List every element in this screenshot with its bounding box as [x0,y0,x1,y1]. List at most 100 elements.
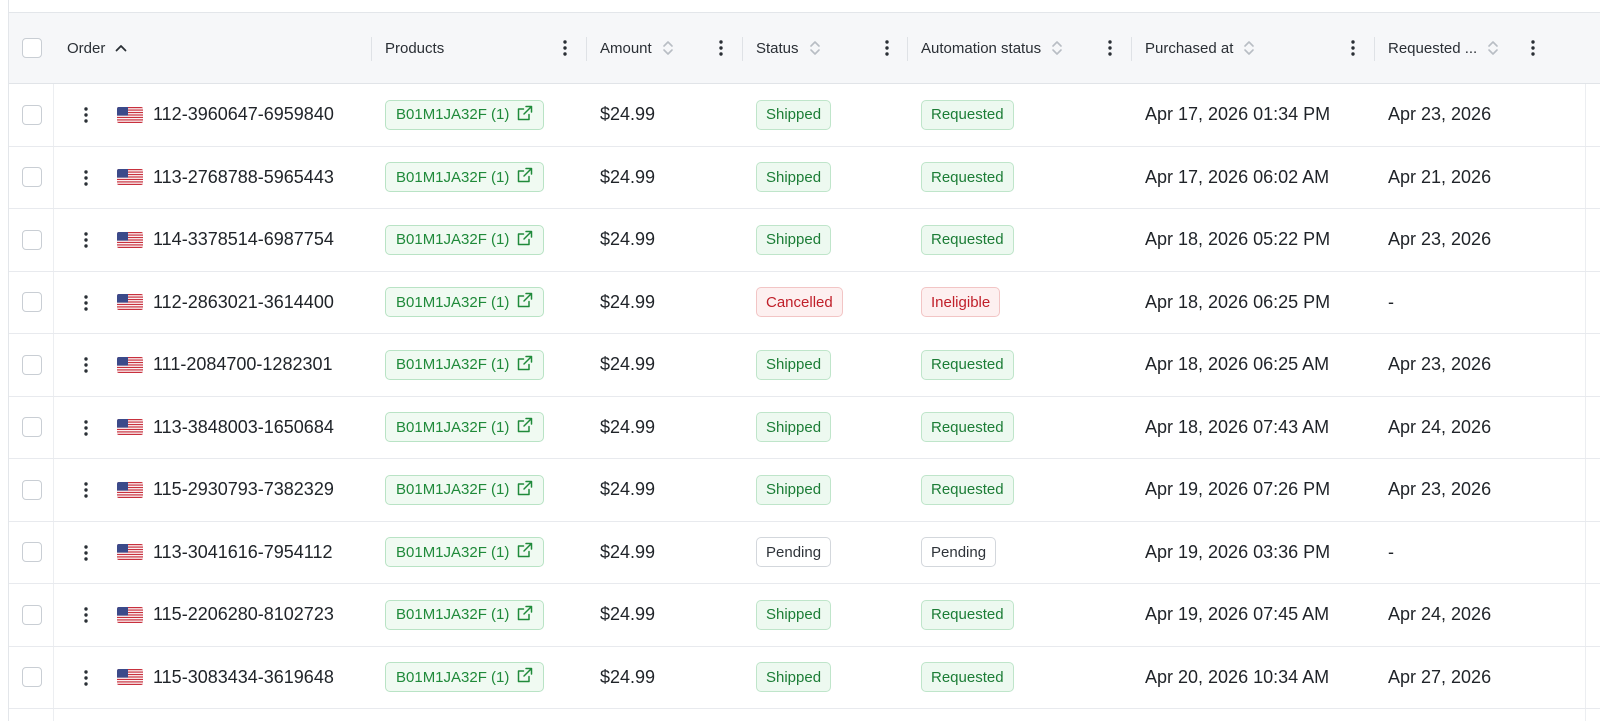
sort-icon[interactable] [1487,39,1499,57]
product-link[interactable]: B01M1JA32F (1) [385,287,545,318]
kebab-icon[interactable] [75,104,97,126]
order-id[interactable]: 113-3041616-7954112 [153,542,333,563]
table-row[interactable]: 114-3378514-6987754 B01M1JA32F (1) $24.9… [9,209,1600,272]
table-top-strip [9,0,1600,13]
order-cell: 111-2084700-1282301 [117,334,333,396]
kebab-icon[interactable] [75,604,97,626]
table-row[interactable]: 112-3960647-6959840 B01M1JA32F (1) $24.9… [9,84,1600,147]
kebab-icon[interactable] [1522,37,1544,59]
order-cell: 113-2768788-5965443 [117,147,334,209]
products-cell: B01M1JA32F (1) [385,334,545,396]
amount-value: $24.99 [600,104,656,125]
automation-status-cell: Requested [921,459,1014,521]
row-checkbox[interactable] [22,104,42,125]
table-row[interactable]: 115-2206280-8102723 B01M1JA32F (1) $24.9… [9,584,1600,647]
order-id[interactable]: 111-2084700-1282301 [153,354,333,375]
purchased-at-cell: Apr 17, 2026 01:34 PM [1145,84,1330,146]
status-cell: Shipped [756,397,832,459]
amount-value: $24.99 [600,166,656,187]
automation-status-badge: Requested [921,412,1014,443]
kebab-icon[interactable] [75,479,97,501]
kebab-icon[interactable] [1099,37,1121,59]
status-badge: Pending [756,537,832,568]
order-id[interactable]: 113-3848003-1650684 [153,417,334,438]
product-link[interactable]: B01M1JA32F (1) [385,412,545,443]
product-link[interactable]: B01M1JA32F (1) [385,162,545,193]
kebab-icon[interactable] [75,167,97,189]
product-link[interactable]: B01M1JA32F (1) [385,474,545,505]
order-id[interactable]: 113-2768788-5965443 [153,167,334,188]
table-row[interactable]: 113-3848003-1650684 B01M1JA32F (1) $24.9… [9,397,1600,459]
header-status[interactable]: Status [756,13,821,83]
sort-icon[interactable] [1051,39,1063,57]
amount-cell: $24.99 [600,522,655,584]
automation-status-cell: Requested [921,647,1014,709]
row-checkbox[interactable] [22,667,42,688]
requested-value: Apr 23, 2026 [1388,354,1492,375]
kebab-icon[interactable] [75,667,97,689]
row-select-cell [22,459,42,521]
order-id[interactable]: 115-2206280-8102723 [153,604,334,625]
purchased-at-value: Apr 18, 2026 05:22 PM [1145,229,1331,250]
kebab-icon[interactable] [1342,37,1364,59]
purchased-at-cell: Apr 19, 2026 07:45 AM [1145,584,1329,646]
orders-table: Order Products Amount Status Automation … [8,0,1600,721]
header-amount[interactable]: Amount [600,13,674,83]
purchased-at-cell: Apr 19, 2026 03:36 PM [1145,522,1330,584]
select-all-checkbox[interactable] [22,38,42,58]
us-flag-icon [117,294,143,311]
table-row[interactable]: 115-3083434-3619648 B01M1JA32F (1) $24.9… [9,647,1600,709]
table-row[interactable]: 112-2863021-3614400 B01M1JA32F (1) $24.9… [9,272,1600,334]
kebab-icon[interactable] [75,354,97,376]
purchased-at-value: Apr 17, 2026 06:02 AM [1145,166,1330,187]
header-separator [742,37,743,61]
header-purchased-at[interactable]: Purchased at [1145,13,1255,83]
table-row[interactable]: 115-2930793-7382329 B01M1JA32F (1) $24.9… [9,459,1600,522]
order-id[interactable]: 112-2863021-3614400 [153,292,334,313]
kebab-icon[interactable] [75,417,97,439]
row-checkbox[interactable] [22,167,42,188]
table-row[interactable]: 111-2084700-1282301 B01M1JA32F (1) $24.9… [9,334,1600,397]
table-row[interactable]: 113-3041616-7954112 B01M1JA32F (1) $24.9… [9,522,1600,584]
kebab-icon[interactable] [75,229,97,251]
amount-cell: $24.99 [600,584,655,646]
header-products[interactable]: Products [385,13,444,83]
kebab-icon[interactable] [75,292,97,314]
product-link[interactable]: B01M1JA32F (1) [385,349,545,380]
status-cell: Shipped [756,647,832,709]
product-link[interactable]: B01M1JA32F (1) [385,599,545,630]
kebab-icon[interactable] [710,37,732,59]
purchased-at-cell: Apr 18, 2026 06:25 AM [1145,334,1329,396]
row-checkbox[interactable] [22,542,42,563]
row-checkbox[interactable] [22,354,42,375]
product-link[interactable]: B01M1JA32F (1) [385,99,545,130]
sort-icon[interactable] [1243,39,1255,57]
automation-status-cell: Requested [921,334,1014,396]
order-id[interactable]: 114-3378514-6987754 [153,229,334,250]
product-link[interactable]: B01M1JA32F (1) [385,537,545,568]
order-id[interactable]: 115-2930793-7382329 [153,479,334,500]
row-checkbox[interactable] [22,479,42,500]
header-order[interactable]: Order [67,13,127,83]
row-checkbox[interactable] [22,292,42,313]
table-row[interactable]: 113-2768788-5965443 B01M1JA32F (1) $24.9… [9,147,1600,209]
us-flag-icon [117,419,143,436]
kebab-icon[interactable] [876,37,898,59]
requested-cell: Apr 23, 2026 [1388,209,1491,271]
order-id[interactable]: 112-3960647-6959840 [153,104,334,125]
product-link[interactable]: B01M1JA32F (1) [385,224,545,255]
kebab-icon[interactable] [75,542,97,564]
chevron-up-icon[interactable] [115,39,127,57]
sort-icon[interactable] [809,39,821,57]
order-id[interactable]: 115-3083434-3619648 [153,667,334,688]
product-link[interactable]: B01M1JA32F (1) [385,662,545,693]
row-checkbox[interactable] [22,604,42,625]
row-checkbox[interactable] [22,229,42,250]
header-requested[interactable]: Requested ... [1388,13,1499,83]
sort-icon[interactable] [662,39,674,57]
kebab-icon[interactable] [554,37,576,59]
row-checkbox[interactable] [22,417,42,438]
external-link-icon [517,480,533,500]
row-select-cell [22,584,42,646]
header-automation-status[interactable]: Automation status [921,13,1063,83]
